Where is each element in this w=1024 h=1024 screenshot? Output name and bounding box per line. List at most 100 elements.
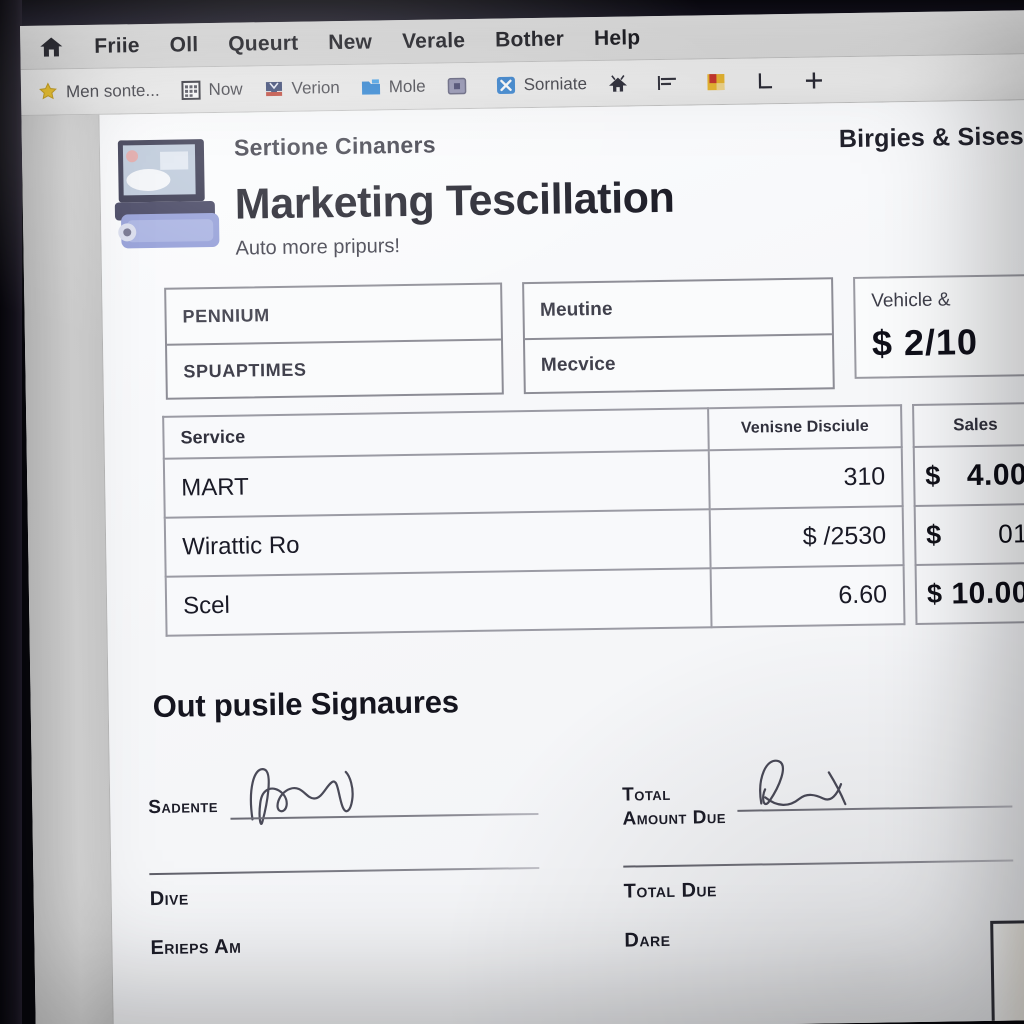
signature-line-total-due[interactable]	[623, 859, 1014, 868]
document-title: Marketing Tescillation	[234, 173, 675, 229]
table-row[interactable]: Scel 6.60	[165, 565, 905, 636]
excel-icon	[496, 76, 515, 94]
totals-cell-1: $ 01	[914, 504, 1024, 565]
signature-label-total: Total	[621, 783, 671, 806]
toolbar-label-mole: Mole	[388, 76, 426, 96]
toolbar-button-plus[interactable]	[803, 69, 832, 91]
inbox-icon	[265, 81, 282, 96]
toolbar-button-corner[interactable]	[754, 70, 783, 92]
toolbar-label-men-sonte: Men sonte...	[65, 80, 160, 101]
signature-ink-right	[759, 759, 847, 806]
service-table: Service Venisne Disciule MART 310 Wiratt…	[162, 404, 906, 637]
toolbar-button-now[interactable]: Now	[179, 78, 243, 101]
document-canvas: Sertione Cinaners Birgies & Sises Market…	[21, 100, 1024, 1024]
signature-line-total-amount-due[interactable]	[737, 759, 1012, 820]
document-header: Sertione Cinaners Birgies & Sises	[100, 114, 1024, 166]
service-cell-0: MART	[163, 450, 710, 518]
toolbar-button-align-left[interactable]	[656, 71, 685, 93]
signature-label-dare: Dare	[624, 928, 671, 952]
toolbar-label-now: Now	[208, 79, 243, 99]
menu-item-friie[interactable]: Friie	[94, 34, 140, 59]
document-brand: Birgies & Sises	[838, 122, 1024, 154]
signature-block-dive: Dive Erieps Am	[149, 866, 540, 959]
edge-panel	[990, 919, 1024, 1024]
currency-symbol-1: $	[925, 519, 942, 550]
signature-label-total-due: Total Due	[623, 878, 718, 903]
totals-table: Sales $ 4.00 $ 01 $ 10.00	[912, 402, 1024, 626]
info-box-middle-row2: Mecvice	[524, 333, 833, 393]
signature-block-total-due: Total Due Dare	[623, 859, 1014, 952]
totals-table-col-sales: Sales	[913, 403, 1024, 448]
amount-cell-2: 6.60	[710, 565, 905, 628]
toolbar-button-mole[interactable]: Mole	[360, 75, 426, 98]
house-icon	[608, 74, 627, 92]
service-cell-2: Scel	[165, 568, 712, 636]
monitor-bezel-left	[0, 0, 22, 1024]
signature-row-1: Sadente Total Amount Due	[148, 759, 1024, 839]
service-cell-1: Wirattic Ro	[164, 509, 711, 577]
menu-item-verale[interactable]: Verale	[402, 29, 465, 54]
info-box-right-value: $ 2/10	[871, 320, 979, 364]
toolbar-button-verion[interactable]: Verion	[262, 76, 340, 99]
amount-cell-0: 310	[708, 447, 903, 510]
tables-row: Service Venisne Disciule MART 310 Wiratt…	[104, 402, 1024, 638]
menu-item-new[interactable]: New	[328, 30, 372, 55]
signature-ink-left	[249, 768, 354, 825]
signature-label-erieps-am: Erieps Am	[150, 935, 242, 959]
menu-item-oll[interactable]: Oll	[169, 33, 198, 57]
grid-icon	[180, 80, 201, 100]
currency-symbol-2: $	[926, 578, 943, 609]
signature-label-dive: Dive	[149, 886, 189, 910]
table-row[interactable]: $ 01	[914, 504, 1024, 565]
toolbar-button-book[interactable]	[705, 70, 734, 92]
toolbar-button-men-sonte[interactable]: Men sonte...	[37, 79, 160, 103]
signature-line-dive[interactable]	[149, 866, 540, 875]
totals-table-header-row: Sales	[913, 403, 1024, 448]
signature-line-sadente[interactable]	[230, 768, 539, 828]
signature-block-total-amount-due: Total Amount Due	[622, 759, 1013, 832]
menu-item-queurt[interactable]: Queurt	[228, 31, 298, 56]
menu-item-bother[interactable]: Bother	[495, 27, 564, 52]
info-box-middle-row1: Meutine	[539, 298, 613, 321]
info-box-middle: Meutine Mecvice	[521, 277, 835, 395]
menu-item-help[interactable]: Help	[594, 26, 641, 51]
star-icon	[39, 81, 57, 99]
corner-icon	[758, 72, 773, 89]
table-row[interactable]: $ 4.00	[913, 445, 1024, 507]
square-icon	[447, 77, 466, 95]
document-eyebrow: Sertione Cinaners	[233, 131, 437, 161]
amount-cell-1: $ /2530	[709, 506, 904, 569]
toolbar-button-square[interactable]	[445, 74, 474, 96]
document-page: Sertione Cinaners Birgies & Sises Market…	[99, 100, 1024, 1024]
folder-icon	[361, 78, 380, 95]
toolbar-button-sorniate[interactable]: Sorniate	[494, 73, 587, 96]
signatures-heading: Out pusile Signaures	[152, 684, 460, 724]
info-box-right-label: Vehicle &	[871, 289, 951, 312]
info-boxes-row: PENNIUM SPUAPTIMES Meutine Mecvice Vehic…	[102, 274, 1024, 401]
info-box-left-row1: PENNIUM	[182, 304, 270, 326]
signature-label-amount-due: Amount Due	[622, 806, 727, 830]
totals-value-2: 10.00	[951, 575, 1024, 610]
totals-value-1: 01	[997, 518, 1024, 549]
page-gutter	[21, 114, 114, 1024]
plus-icon	[805, 72, 822, 89]
home-icon[interactable]	[38, 35, 64, 59]
signature-block-sadente: Sadente	[148, 768, 539, 839]
info-box-right: Vehicle & $ 2/10	[852, 274, 1024, 379]
info-box-left-row2: SPUAPTIMES	[167, 338, 502, 398]
totals-cell-2: $ 10.00	[915, 563, 1024, 624]
toolbar-button-house[interactable]	[607, 72, 636, 94]
table-row[interactable]: $ 10.00	[915, 563, 1024, 624]
application-window: Friie Oll Queurt New Verale Bother Help …	[20, 10, 1024, 1024]
monitor-photo: Friie Oll Queurt New Verale Bother Help …	[0, 0, 1024, 1024]
totals-cell-0: $ 4.00	[913, 445, 1024, 507]
signature-row-2: Dive Erieps Am Total Due Dare	[149, 858, 1024, 959]
align-left-icon	[657, 75, 676, 90]
book-icon	[707, 73, 725, 90]
signature-label-total-amount-due: Total Amount Due	[622, 774, 726, 831]
info-box-left: PENNIUM SPUAPTIMES	[164, 282, 504, 400]
toolbar-label-sorniate: Sorniate	[523, 73, 588, 94]
toolbar-label-verion: Verion	[291, 77, 340, 98]
document-subtitle: Auto more pripurs!	[235, 235, 401, 260]
signature-label-sadente: Sadente	[148, 795, 219, 819]
